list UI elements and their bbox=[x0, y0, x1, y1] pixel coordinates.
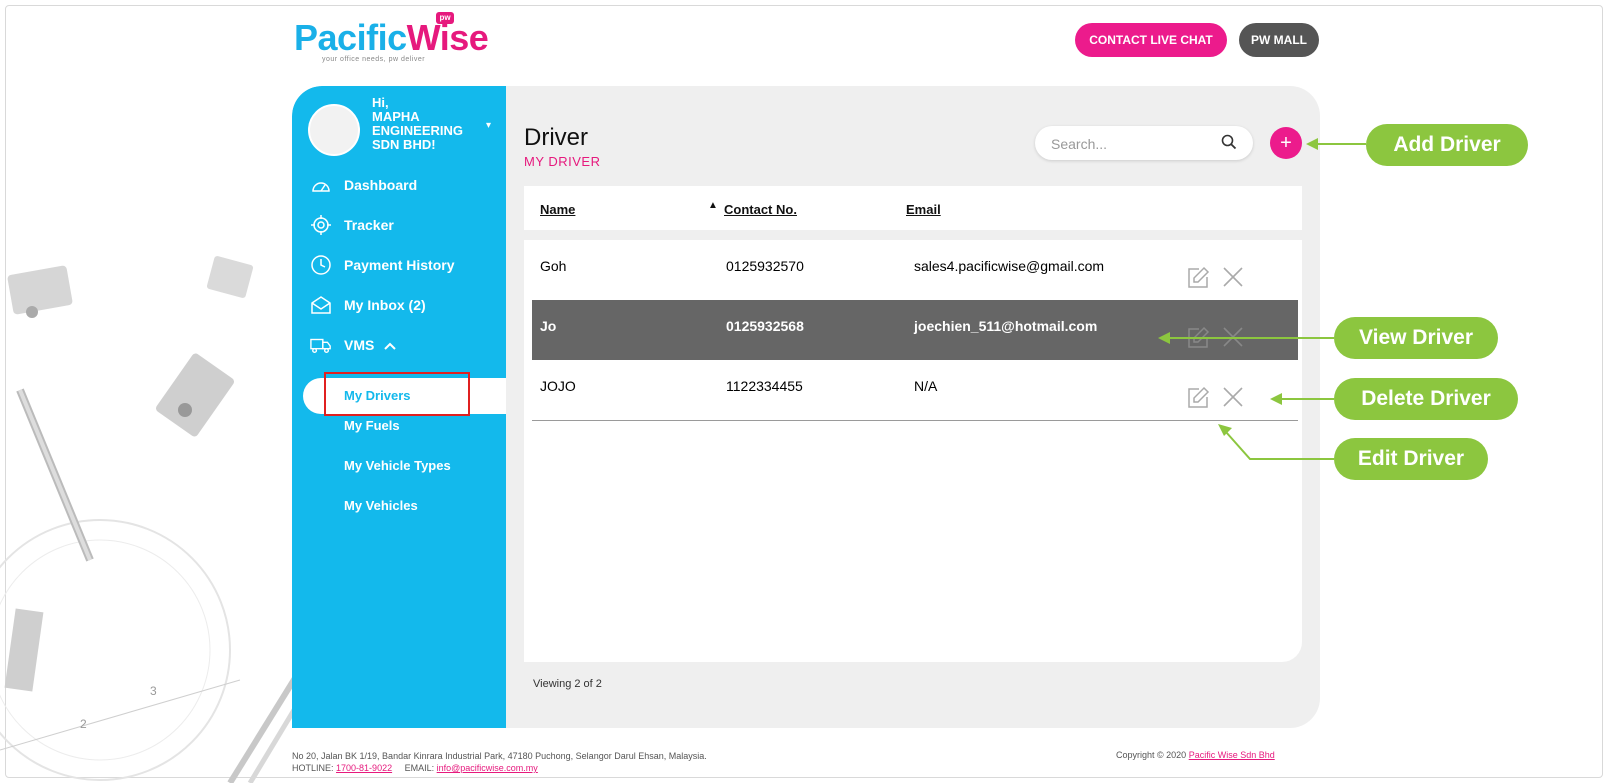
account-dropdown-icon[interactable]: ▾ bbox=[486, 120, 491, 131]
page-title: Driver bbox=[524, 124, 588, 151]
footer-copyright: Copyright © 2020 Pacific Wise Sdn Bhd bbox=[1116, 750, 1275, 760]
pw-mall-button[interactable]: PW MALL bbox=[1239, 23, 1319, 57]
callout-add-driver: Add Driver bbox=[1366, 124, 1528, 166]
company-name-line1: MAPHA bbox=[372, 109, 420, 124]
edit-icon[interactable] bbox=[1186, 266, 1210, 295]
company-link[interactable]: Pacific Wise Sdn Bhd bbox=[1189, 750, 1275, 760]
sidebar-item-tracker[interactable]: Tracker bbox=[310, 213, 394, 237]
highlight-box-annotation bbox=[324, 372, 470, 416]
sidebar-item-payment-history[interactable]: Payment History bbox=[310, 253, 454, 277]
app-container: Hi, MAPHA ENGINEERING SDN BHD! ▾ Dashboa… bbox=[292, 86, 1320, 728]
cell-name: Jo bbox=[540, 318, 557, 334]
column-header-email[interactable]: Email bbox=[906, 202, 941, 217]
sidebar-item-label: Payment History bbox=[344, 257, 455, 273]
stationery-background-illustration: 3 2 bbox=[0, 256, 300, 783]
search-box bbox=[1035, 126, 1253, 160]
table-row[interactable]: Goh 0125932570 sales4.pacificwise@gmail.… bbox=[532, 240, 1298, 300]
table-divider bbox=[532, 420, 1298, 421]
callout-edit-driver: Edit Driver bbox=[1334, 438, 1488, 480]
copyright-text: Copyright © 2020 bbox=[1116, 750, 1187, 760]
pacificwise-logo[interactable]: PacificWise pw your office needs, pw del… bbox=[294, 12, 489, 63]
add-driver-button[interactable]: + bbox=[1270, 127, 1302, 159]
cell-contact: 0125932570 bbox=[726, 258, 804, 274]
sort-ascending-icon[interactable]: ▲ bbox=[708, 200, 718, 211]
hotline-link[interactable]: 1700-81-9022 bbox=[336, 763, 392, 773]
logo-badge: pw bbox=[436, 12, 454, 24]
email-label: EMAIL: bbox=[404, 763, 435, 773]
envelope-icon bbox=[310, 294, 332, 316]
footer-address: No 20, Jalan BK 1/19, Bandar Kinrara Ind… bbox=[292, 751, 707, 761]
sidebar-item-label: Tracker bbox=[344, 217, 394, 233]
svg-text:3: 3 bbox=[150, 684, 157, 698]
cell-contact: 0125932568 bbox=[726, 318, 804, 334]
submenu-item-my-vehicles[interactable]: My Vehicles bbox=[344, 498, 418, 513]
chevron-up-icon bbox=[384, 337, 397, 353]
sidebar-item-label: My Inbox (2) bbox=[344, 297, 426, 313]
column-header-contact[interactable]: Contact No. bbox=[724, 202, 797, 217]
svg-text:2: 2 bbox=[80, 717, 87, 731]
gauge-icon bbox=[310, 174, 332, 196]
table-row[interactable]: Jo 0125932568 joechien_511@hotmail.com bbox=[532, 300, 1298, 360]
delete-icon[interactable] bbox=[1222, 326, 1244, 353]
sidebar: Hi, MAPHA ENGINEERING SDN BHD! ▾ Dashboa… bbox=[292, 86, 506, 728]
submenu-item-my-vehicle-types[interactable]: My Vehicle Types bbox=[344, 458, 451, 473]
sidebar-item-label: Dashboard bbox=[344, 177, 418, 193]
footer-contact-line: HOTLINE: 1700-81-9022 EMAIL: info@pacifi… bbox=[292, 762, 707, 774]
page-subtitle: MY DRIVER bbox=[524, 154, 601, 169]
footer-contact: No 20, Jalan BK 1/19, Bandar Kinrara Ind… bbox=[292, 750, 707, 774]
sidebar-item-label: VMS bbox=[344, 337, 375, 353]
company-name-line2: ENGINEERING bbox=[372, 123, 464, 138]
avatar[interactable] bbox=[308, 104, 360, 156]
column-header-name[interactable]: Name bbox=[540, 202, 575, 217]
edit-icon[interactable] bbox=[1186, 386, 1210, 415]
sidebar-item-dashboard[interactable]: Dashboard bbox=[310, 173, 417, 197]
submenu-item-my-fuels[interactable]: My Fuels bbox=[344, 418, 400, 433]
sidebar-item-vms[interactable]: VMS bbox=[310, 333, 397, 357]
delete-icon[interactable] bbox=[1222, 386, 1244, 413]
edit-icon[interactable] bbox=[1186, 326, 1210, 355]
truck-icon bbox=[310, 334, 332, 356]
cell-email: N/A bbox=[914, 378, 938, 394]
cell-name: Goh bbox=[540, 258, 567, 274]
sidebar-item-inbox[interactable]: My Inbox (2) bbox=[310, 293, 426, 317]
pagination-status: Viewing 2 of 2 bbox=[533, 678, 602, 690]
cell-email: joechien_511@hotmail.com bbox=[914, 318, 1098, 334]
user-greeting[interactable]: Hi, MAPHA ENGINEERING SDN BHD! bbox=[372, 96, 484, 152]
hotline-label: HOTLINE: bbox=[292, 763, 334, 773]
crosshair-icon bbox=[310, 214, 332, 236]
site-header: PacificWise pw your office needs, pw del… bbox=[0, 0, 1610, 80]
delete-icon[interactable] bbox=[1222, 266, 1244, 293]
table-body: Goh 0125932570 sales4.pacificwise@gmail.… bbox=[524, 240, 1302, 662]
company-name-line3: SDN BHD! bbox=[372, 137, 436, 152]
cell-name: JOJO bbox=[540, 378, 576, 394]
cell-contact: 1122334455 bbox=[726, 378, 803, 394]
callout-view-driver: View Driver bbox=[1334, 317, 1498, 359]
clock-icon bbox=[310, 254, 332, 276]
email-link[interactable]: info@pacificwise.com.my bbox=[437, 763, 538, 773]
table-header: Name ▲ Contact No. Email bbox=[524, 186, 1302, 230]
search-input[interactable] bbox=[1049, 133, 1213, 155]
logo-wordmark: PacificWise bbox=[294, 17, 489, 58]
contact-live-chat-button[interactable]: CONTACT LIVE CHAT bbox=[1075, 23, 1227, 57]
cell-email: sales4.pacificwise@gmail.com bbox=[914, 258, 1105, 274]
callout-delete-driver: Delete Driver bbox=[1334, 378, 1518, 420]
search-icon[interactable] bbox=[1221, 134, 1237, 155]
greeting-text: Hi, bbox=[372, 95, 389, 110]
table-row[interactable]: JOJO 1122334455 N/A bbox=[532, 360, 1298, 420]
